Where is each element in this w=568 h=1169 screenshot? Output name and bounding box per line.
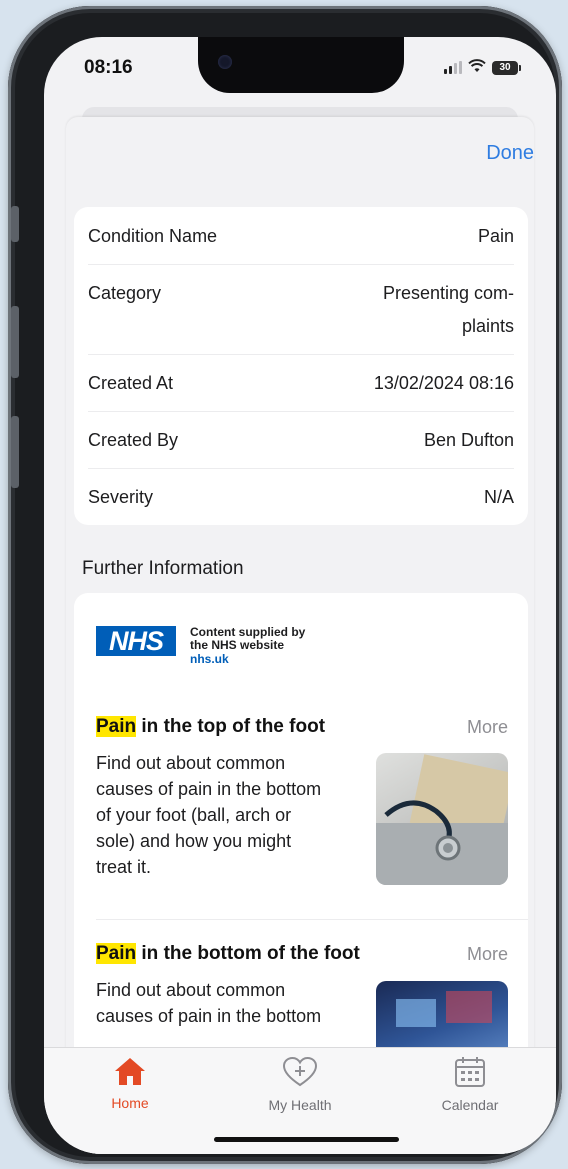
condition-detail-sheet: Done Condition Name Pain Category Presen… xyxy=(66,117,534,1154)
detail-label: Condition Name xyxy=(88,225,218,246)
detail-label: Created By xyxy=(88,430,179,450)
detail-label: Severity xyxy=(88,486,154,507)
phone-frame: 08:16 30 Done Condition Name Pain Catego… xyxy=(8,6,562,1164)
tab-calendar-label: Calendar xyxy=(441,1097,499,1113)
tab-calendar[interactable]: Calendar xyxy=(420,1056,520,1113)
detail-row-severity: Severity N/A xyxy=(88,469,514,525)
home-indicator xyxy=(214,1137,399,1142)
signal-icon xyxy=(444,61,462,74)
tab-my-health-label: My Health xyxy=(268,1097,332,1113)
screen: 08:16 30 Done Condition Name Pain Catego… xyxy=(44,37,556,1154)
article-divider xyxy=(96,919,528,920)
volume-up-button xyxy=(11,306,19,378)
article-description: Find out about common causes of pain in … xyxy=(96,753,322,877)
nhs-attribution: Content supplied by the NHS website xyxy=(190,625,306,652)
wifi-icon xyxy=(468,59,486,76)
detail-row-category: Category Presenting com- plaints xyxy=(88,265,514,355)
volume-down-button xyxy=(11,416,19,488)
tab-home[interactable]: Home xyxy=(80,1056,180,1111)
detail-value: Ben Dufton xyxy=(423,430,514,450)
mute-switch xyxy=(11,206,19,242)
detail-value: 13/02/2024 08:16 xyxy=(373,373,514,393)
detail-label: Created At xyxy=(88,373,174,393)
detail-row-created-by: Created By Ben Dufton xyxy=(88,412,514,469)
article-description: Find out about common causes of pain in … xyxy=(96,980,322,1026)
article-more-button[interactable]: More xyxy=(467,717,508,738)
status-icons: 30 xyxy=(444,59,521,76)
further-information-heading: Further Information xyxy=(82,558,244,579)
detail-row-created-at: Created At 13/02/2024 08:16 xyxy=(88,355,514,412)
detail-label: Category xyxy=(88,283,162,303)
nhs-link[interactable]: nhs.uk xyxy=(190,652,229,666)
tab-my-health[interactable]: My Health xyxy=(250,1056,350,1113)
tab-bar: Home My Health Calendar xyxy=(44,1047,556,1154)
further-information-card: NHS Content supplied by the NHS website … xyxy=(74,593,528,1063)
nhs-logo: NHS xyxy=(96,626,176,656)
article-title[interactable]: Pain in the top of the foot xyxy=(96,716,325,738)
detail-value: Pain xyxy=(477,225,514,246)
house-icon xyxy=(115,1058,145,1085)
detail-value: N/A xyxy=(483,486,514,507)
done-button[interactable]: Done xyxy=(486,142,534,165)
calendar-icon xyxy=(455,1057,485,1087)
article-title[interactable]: Pain in the bottom of the foot xyxy=(96,943,360,965)
status-time: 08:16 xyxy=(84,57,133,78)
battery-icon: 30 xyxy=(492,60,521,75)
detail-value: Presenting com- plaints xyxy=(382,283,514,336)
details-card: Condition Name Pain Category Presenting … xyxy=(74,207,528,525)
heart-plus-icon xyxy=(282,1056,318,1087)
front-camera xyxy=(218,55,232,69)
detail-row-condition-name: Condition Name Pain xyxy=(88,207,514,265)
tab-home-label: Home xyxy=(111,1095,149,1111)
article-more-button[interactable]: More xyxy=(467,944,508,965)
stethoscope-photo[interactable] xyxy=(376,753,508,885)
